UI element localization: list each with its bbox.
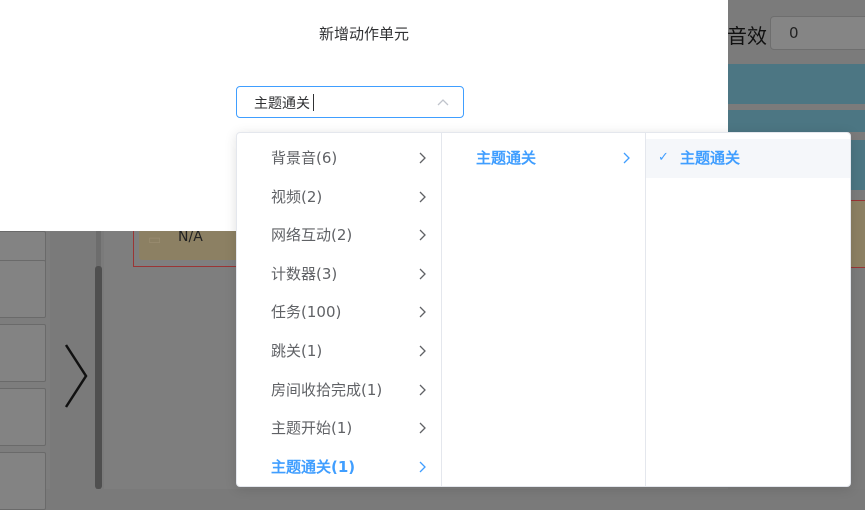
chevron-right-icon <box>419 306 426 318</box>
cascader-option-label: 主题通关(1) <box>271 457 356 476</box>
cascader-option-label: 任务(100) <box>271 303 342 322</box>
cascader-option[interactable]: 计数器(3) <box>237 255 441 294</box>
chevron-right-icon <box>419 384 426 396</box>
chevron-right-icon <box>419 229 426 241</box>
cascader-option[interactable]: ✓ 主题通关 <box>646 139 850 178</box>
cascader-option-label: 计数器(3) <box>271 264 338 283</box>
cascader-option[interactable]: 背景音(6) <box>237 139 441 178</box>
cascader-option-label: 主题通关 <box>476 149 537 167</box>
background-scrollbar[interactable] <box>95 266 102 489</box>
background-teal-bar <box>728 110 865 132</box>
chevron-right-icon[interactable] <box>60 343 90 409</box>
cascader-input[interactable] <box>236 86 464 119</box>
cascader-option-label: 主题开始(1) <box>271 419 353 438</box>
chevron-right-icon <box>419 422 426 434</box>
cascader-option-label: 视频(2) <box>271 187 323 206</box>
cascader-option[interactable]: 任务(100) <box>237 293 441 332</box>
chevron-right-icon <box>419 268 426 280</box>
cascader-dropdown: 背景音(6) 视频(2) 网络互动(2) 计数器(3) 任务(100) 跳关(1) 房间收拾… <box>236 132 851 487</box>
cascader-option[interactable]: 主题通关 <box>442 139 645 178</box>
cascader-menu-level-2: 主题通关 <box>442 133 646 486</box>
cascader-option[interactable]: 房间收拾完成(1) <box>237 371 441 410</box>
cascader-option[interactable]: 主题开始(1) <box>237 409 441 448</box>
background-tile <box>0 324 46 382</box>
cascader-option-label: 主题通关 <box>680 149 741 167</box>
chevron-right-icon <box>419 152 426 164</box>
background-tile <box>0 260 46 318</box>
dialog-title: 新增动作单元 <box>318 25 409 43</box>
sound-effect-input[interactable]: 0 <box>770 16 865 50</box>
check-icon: ✓ <box>658 150 669 165</box>
cascader-option[interactable]: 网络互动(2) <box>237 216 441 255</box>
background-teal-bar <box>728 64 865 104</box>
cascader-option-label: 跳关(1) <box>271 341 323 360</box>
chevron-up-icon[interactable] <box>437 98 449 106</box>
chevron-right-icon <box>419 461 426 473</box>
chevron-right-icon <box>419 191 426 203</box>
cascader-option[interactable]: 主题通关(1) <box>237 448 441 486</box>
sound-effect-label: 音效 <box>727 24 767 48</box>
cascader-option[interactable]: 视频(2) <box>237 178 441 217</box>
text-caret <box>313 94 314 111</box>
chevron-right-icon <box>419 345 426 357</box>
cascader-option-label: 网络互动(2) <box>271 226 353 245</box>
cascader-option-label: 背景音(6) <box>271 149 338 167</box>
sofa-icon: ▭ <box>148 232 162 248</box>
cascader-option-label: 房间收拾完成(1) <box>271 380 383 399</box>
chevron-right-icon <box>623 152 630 164</box>
cascader-menu-level-1: 背景音(6) 视频(2) 网络互动(2) 计数器(3) 任务(100) 跳关(1) 房间收拾… <box>237 133 442 486</box>
cascader-menu-level-3: ✓ 主题通关 <box>646 133 850 486</box>
cascader-text-field[interactable] <box>237 87 446 119</box>
background-tile <box>0 388 46 446</box>
background-tile <box>0 452 46 510</box>
background-card-text: N/A <box>178 229 203 245</box>
cascader-option[interactable]: 跳关(1) <box>237 332 441 371</box>
